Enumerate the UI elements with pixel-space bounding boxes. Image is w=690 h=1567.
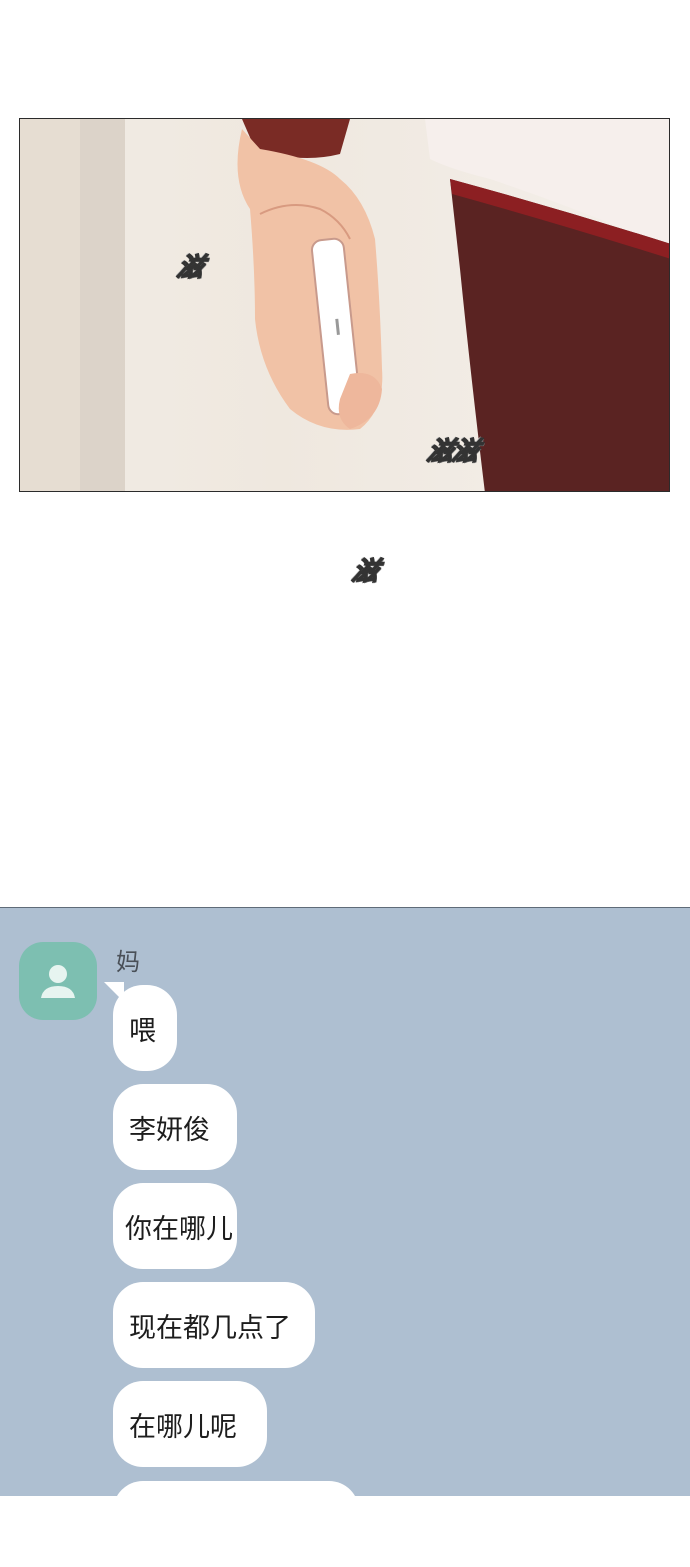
message-bubble[interactable]: 喂: [113, 985, 177, 1071]
message-text: 喂: [129, 1015, 156, 1047]
message-text: 你在哪儿: [125, 1213, 233, 1245]
chat-screen: 妈 喂 李妍俊 你在哪儿 现在都几点了 在哪儿呢: [0, 907, 690, 1567]
message-text: 在哪儿呢: [129, 1411, 237, 1443]
message-bubble[interactable]: 在哪儿呢: [113, 1381, 267, 1467]
message-text: 现在都几点了: [129, 1312, 291, 1344]
sfx-text: 滋: [349, 556, 382, 587]
message-bubble-partial[interactable]: [113, 1481, 359, 1567]
sender-name: 妈: [116, 948, 140, 976]
message-bubble[interactable]: 现在都几点了: [113, 1282, 315, 1368]
comic-panel: 滋 滋滋: [19, 118, 670, 492]
person-icon: [41, 965, 75, 998]
message-bubble[interactable]: 李妍俊: [113, 1084, 237, 1170]
message-text: 李妍俊: [129, 1114, 210, 1146]
sfx-text: 滋滋: [424, 436, 482, 467]
avatar[interactable]: [19, 942, 97, 1020]
hand-holding-phone-illustration: [20, 119, 669, 491]
message-bubble[interactable]: 你在哪儿: [113, 1183, 237, 1269]
